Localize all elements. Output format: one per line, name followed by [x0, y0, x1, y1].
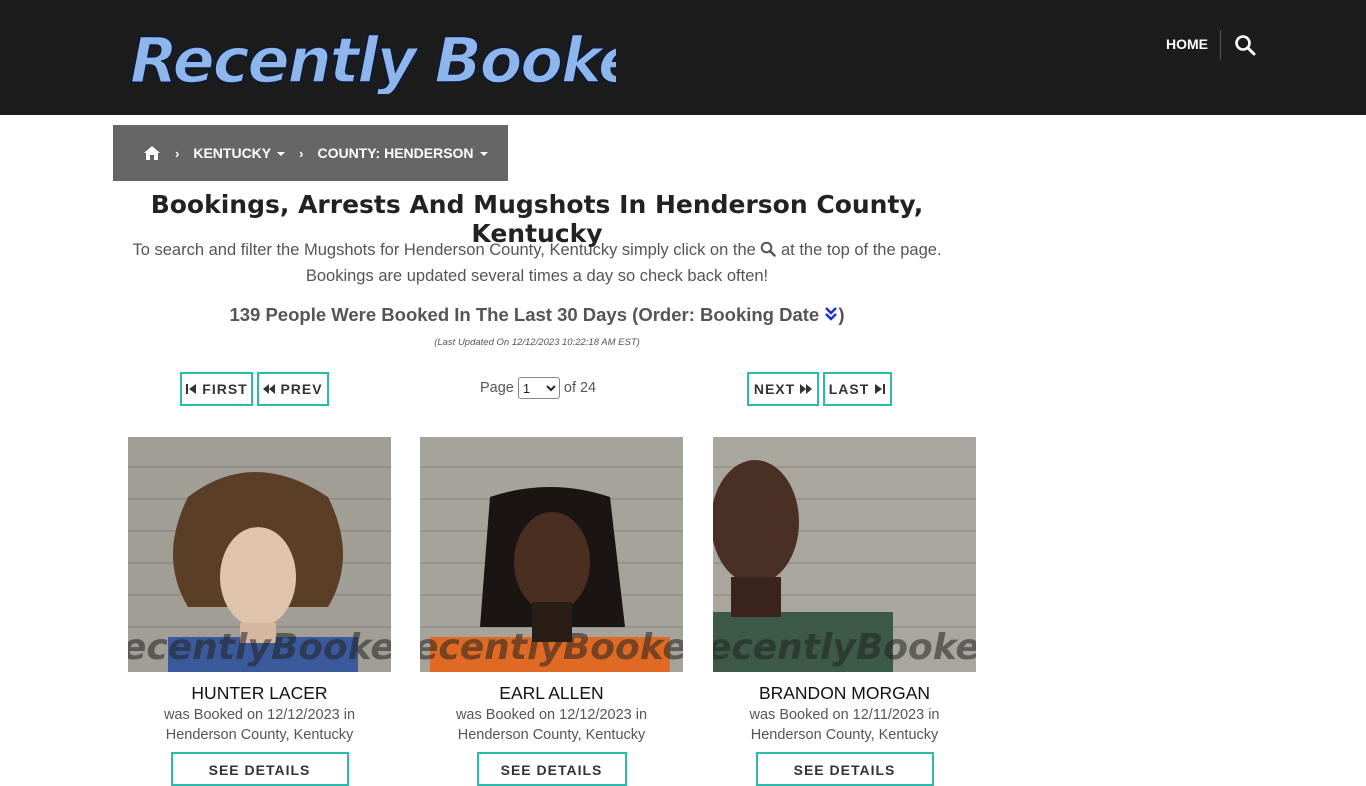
page-select[interactable]: 1: [517, 377, 560, 399]
booking-count-close: ): [838, 304, 845, 325]
backward-icon: [263, 384, 276, 394]
site-logo[interactable]: Recently Booked: [126, 18, 616, 94]
search-icon[interactable]: [1234, 34, 1256, 56]
step-backward-icon: [186, 384, 197, 394]
booking-info: was Booked on 12/12/2023 in Henderson Co…: [420, 705, 683, 745]
page-selector: Page 1 of 24: [480, 377, 596, 399]
logo-text: Recently Booked: [130, 24, 616, 94]
mugshot-image[interactable]: ecentlyBooked.co: [128, 437, 391, 672]
see-details-button[interactable]: SEE DETAILS: [170, 752, 349, 786]
booking-info: was Booked on 12/12/2023 in Henderson Co…: [128, 705, 391, 745]
breadcrumb: › KENTUCKY › COUNTY: HENDERSON: [113, 125, 508, 181]
intro-part1: To search and filter the Mugshots for He…: [132, 241, 756, 259]
step-forward-icon: [875, 384, 886, 394]
breadcrumb-county-label: COUNTY: HENDERSON: [317, 145, 474, 161]
intro-text: To search and filter the Mugshots for He…: [113, 237, 961, 289]
see-details-button[interactable]: SEE DETAILS: [476, 752, 627, 786]
booking-count: 139 People Were Booked In The Last 30 Da…: [113, 304, 961, 326]
booking-count-text: 139 People Were Booked In The Last 30 Da…: [229, 304, 820, 325]
watermark-text: ecentlyBooked.co: [420, 627, 683, 668]
next-page-label: NEXT: [753, 381, 796, 397]
prev-page-button[interactable]: PREV: [257, 372, 329, 406]
person-name[interactable]: HUNTER LACER: [128, 683, 391, 704]
booking-location-line: Henderson County, Kentucky: [165, 727, 354, 743]
booking-card[interactable]: ecentlyBooked.co HUNTER LACER was Booked…: [128, 437, 391, 786]
booking-date-line: was Booked on 12/12/2023 in: [163, 707, 356, 723]
page-of-label: of 24: [563, 380, 597, 396]
site-header: Recently Booked HOME: [0, 0, 1366, 115]
person-name[interactable]: BRANDON MORGAN: [713, 683, 976, 704]
booking-date-line: was Booked on 12/11/2023 in: [749, 707, 940, 723]
booking-location-line: Henderson County, Kentucky: [750, 727, 939, 743]
caret-down-icon: [277, 152, 286, 157]
booking-card[interactable]: ecentlyBooked.co BRANDON MORGAN was Book…: [713, 437, 976, 786]
last-page-label: LAST: [828, 381, 870, 397]
search-icon: [761, 241, 777, 257]
chevron-right-icon: ›: [299, 145, 304, 161]
booking-date-line: was Booked on 12/12/2023 in: [455, 707, 648, 723]
home-icon[interactable]: [143, 145, 161, 161]
first-page-button[interactable]: FIRST: [180, 372, 253, 406]
breadcrumb-county[interactable]: COUNTY: HENDERSON: [317, 145, 488, 161]
last-page-button[interactable]: LAST: [823, 372, 892, 406]
chevron-right-icon: ›: [175, 145, 180, 161]
watermark-text: ecentlyBooked.co: [128, 627, 391, 668]
intro-line2: Bookings are updated several times a day…: [305, 267, 769, 285]
mugshot-image[interactable]: ecentlyBooked.co: [713, 437, 976, 672]
breadcrumb-state[interactable]: KENTUCKY: [193, 145, 286, 161]
forward-icon: [800, 384, 813, 394]
caret-down-icon: [479, 152, 488, 157]
see-details-button[interactable]: SEE DETAILS: [755, 752, 934, 786]
person-name[interactable]: EARL ALLEN: [420, 683, 683, 704]
first-page-label: FIRST: [202, 381, 248, 397]
page-label: Page: [480, 380, 514, 396]
double-chevron-down-icon[interactable]: [824, 306, 838, 322]
breadcrumb-state-label: KENTUCKY: [193, 145, 272, 161]
last-updated: (Last Updated On 12/12/2023 10:22:18 AM …: [434, 337, 640, 348]
booking-location-line: Henderson County, Kentucky: [457, 727, 646, 743]
booking-card[interactable]: ecentlyBooked.co EARL ALLEN was Booked o…: [420, 437, 683, 786]
nav-divider: [1220, 30, 1221, 60]
mugshot-image[interactable]: ecentlyBooked.co: [420, 437, 683, 672]
prev-page-label: PREV: [280, 381, 323, 397]
watermark-text: ecentlyBooked.co: [713, 627, 976, 668]
nav-home-link[interactable]: HOME: [1166, 36, 1208, 52]
booking-info: was Booked on 12/11/2023 in Henderson Co…: [713, 705, 976, 745]
intro-part2: at the top of the page.: [780, 241, 942, 259]
next-page-button[interactable]: NEXT: [747, 372, 819, 406]
